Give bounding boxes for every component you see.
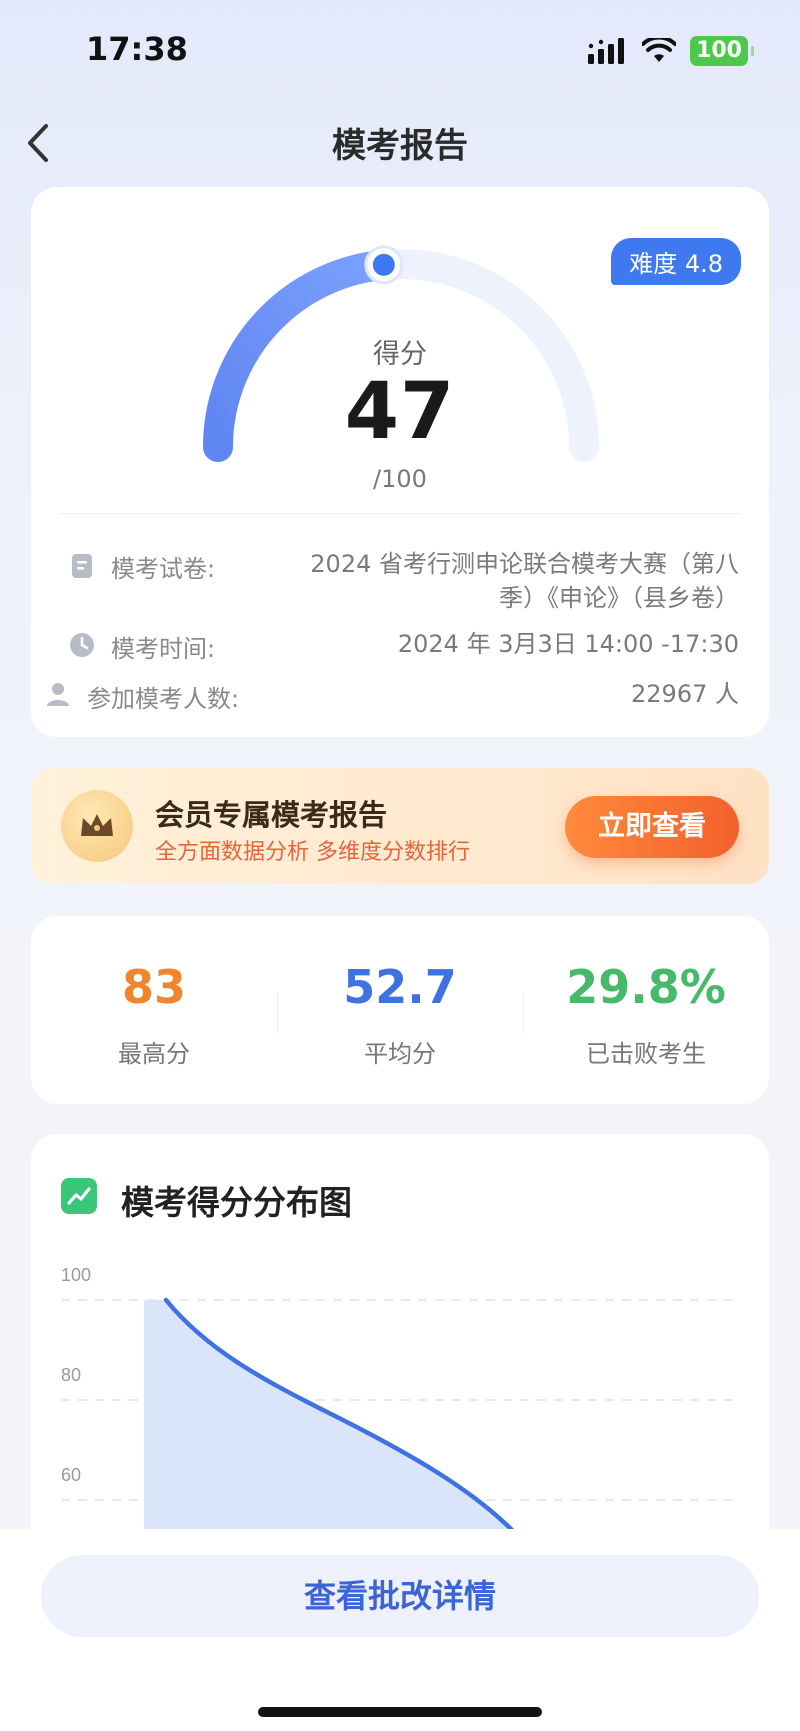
document-icon [72,554,92,578]
stat-label: 已击败考生 [586,1040,706,1068]
status-icons: 100 [588,36,754,66]
exam-paper-value: 2024 省考行测申论联合模考大赛（第八 季）《申论》（县乡卷） [310,550,739,612]
view-review-details-button[interactable]: 查看批改详情 [41,1555,759,1637]
exam-time-label: 模考时间: [111,635,216,663]
battery-indicator: 100 [690,36,754,66]
score-total: /100 [373,465,427,493]
stat-label: 最高分 [118,1040,190,1068]
page-title: 模考报告 [332,126,468,166]
stat-label: 平均分 [364,1040,436,1068]
y-tick-label: 100 [61,1265,91,1285]
crown-icon [81,814,113,836]
y-tick-label: 80 [61,1365,81,1385]
vip-subtitle: 全方面数据分析 多维度分数排行 [155,840,470,865]
stat-defeated: 29.8% 已击败考生 [523,916,769,1104]
status-bar: 17:38 100 [0,0,800,100]
participants-label: 参加模考人数: [87,685,240,713]
divider [59,513,741,514]
person-icon [47,683,69,706]
vip-title: 会员专属模考报告 [155,798,388,832]
stat-average: 52.7 平均分 [277,916,523,1104]
signal-icon [588,38,625,64]
vip-banner[interactable]: 会员专属模考报告 全方面数据分析 多维度分数排行 立即查看 [31,768,769,884]
score-label: 得分 [373,339,427,370]
stat-value: 29.8% [566,960,726,1014]
home-indicator [258,1707,542,1717]
bottom-bar: 查看批改详情 [0,1529,800,1731]
wifi-icon [642,38,677,62]
score-value: 47 [344,367,456,457]
stat-value: 83 [121,960,186,1014]
stats-card: 83 最高分 52.7 平均分 29.8% 已击败考生 [31,916,769,1104]
exam-time-value: 2024 年 3月3日 14:00 -17:30 [397,630,739,658]
difficulty-badge: 难度 4.8 [611,238,741,285]
view-now-button[interactable]: 立即查看 [565,796,739,858]
clock-icon [70,633,94,657]
stat-value: 52.7 [343,960,457,1014]
exam-paper-label: 模考试卷: [111,555,216,583]
stat-highest: 83 最高分 [31,916,277,1104]
crown-icon-wrap [61,790,133,862]
y-tick-label: 60 [61,1465,81,1485]
score-card: 难度 4.8 得分 47 /100 模考试卷: 2024 省考行测申论联合模考大… [31,187,769,737]
participants-value: 22967 人 [631,680,739,708]
status-time: 17:38 [86,30,188,68]
